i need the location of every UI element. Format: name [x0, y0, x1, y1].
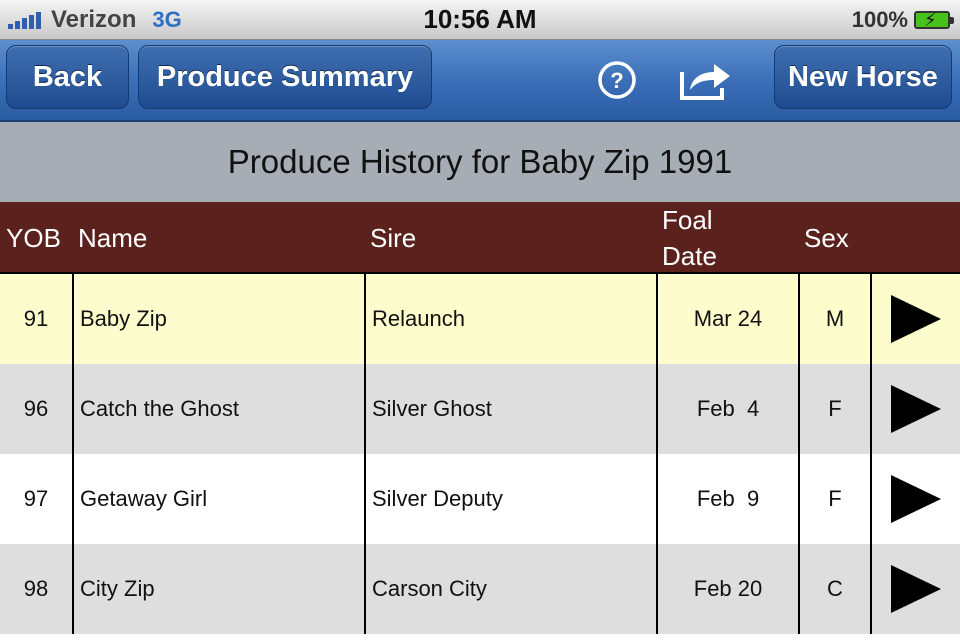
- cell-sex: F: [800, 454, 872, 544]
- navigation-bar: Back Produce Summary ? New Horse: [0, 40, 960, 122]
- header-name: Name: [78, 223, 148, 253]
- header-yob: YOB: [6, 223, 61, 253]
- cell-name: City Zip: [74, 544, 366, 634]
- page-title: Produce History for Baby Zip 1991: [0, 122, 960, 202]
- battery-percent: 100%: [851, 7, 908, 32]
- disclosure-arrow-icon[interactable]: [872, 274, 960, 364]
- share-icon[interactable]: [678, 58, 734, 102]
- cell-sex: M: [800, 274, 872, 364]
- new-horse-button[interactable]: New Horse: [774, 45, 952, 109]
- header-foal-date: Foal Date: [662, 205, 717, 271]
- disclosure-arrow-icon[interactable]: [872, 364, 960, 454]
- disclosure-arrow-icon[interactable]: [872, 544, 960, 634]
- cell-sex: C: [800, 544, 872, 634]
- cell-name: Catch the Ghost: [74, 364, 366, 454]
- back-button[interactable]: Back: [6, 45, 129, 109]
- cell-yob: 98: [0, 544, 74, 634]
- produce-summary-button[interactable]: Produce Summary: [138, 45, 432, 109]
- table-row[interactable]: 97 Getaway Girl Silver Deputy Feb 9 F: [0, 454, 960, 544]
- cell-name: Baby Zip: [74, 274, 366, 364]
- header-sire: Sire: [370, 223, 417, 253]
- cell-foal-date: Feb 9: [658, 454, 800, 544]
- cell-foal-date: Feb 20: [658, 544, 800, 634]
- disclosure-arrow-icon[interactable]: [872, 454, 960, 544]
- table-row[interactable]: 96 Catch the Ghost Silver Ghost Feb 4 F: [0, 364, 960, 454]
- cell-foal-date: Mar 24: [658, 274, 800, 364]
- help-icon[interactable]: ?: [597, 60, 637, 100]
- status-right: 100% ⚡: [851, 4, 954, 36]
- table-row[interactable]: 98 City Zip Carson City Feb 20 C: [0, 544, 960, 634]
- cell-yob: 97: [0, 454, 74, 544]
- cell-yob: 96: [0, 364, 74, 454]
- svg-text:?: ?: [610, 68, 623, 93]
- status-bar: Verizon 3G 10:56 AM 100% ⚡: [0, 0, 960, 40]
- cell-sire: Silver Deputy: [366, 454, 658, 544]
- cell-sex: F: [800, 364, 872, 454]
- cell-yob: 91: [0, 274, 74, 364]
- header-sex: Sex: [804, 223, 849, 253]
- cell-sire: Relaunch: [366, 274, 658, 364]
- produce-table: 91 Baby Zip Relaunch Mar 24 M 96 Catch t…: [0, 274, 960, 640]
- cell-sire: Carson City: [366, 544, 658, 634]
- cell-name: Getaway Girl: [74, 454, 366, 544]
- cell-foal-date: Feb 4: [658, 364, 800, 454]
- battery-icon: ⚡: [914, 10, 954, 30]
- status-time: 10:56 AM: [423, 4, 537, 34]
- table-row[interactable]: 91 Baby Zip Relaunch Mar 24 M: [0, 274, 960, 364]
- cell-sire: Silver Ghost: [366, 364, 658, 454]
- table-header: YOB Name Sire Foal Date Sex: [0, 202, 960, 274]
